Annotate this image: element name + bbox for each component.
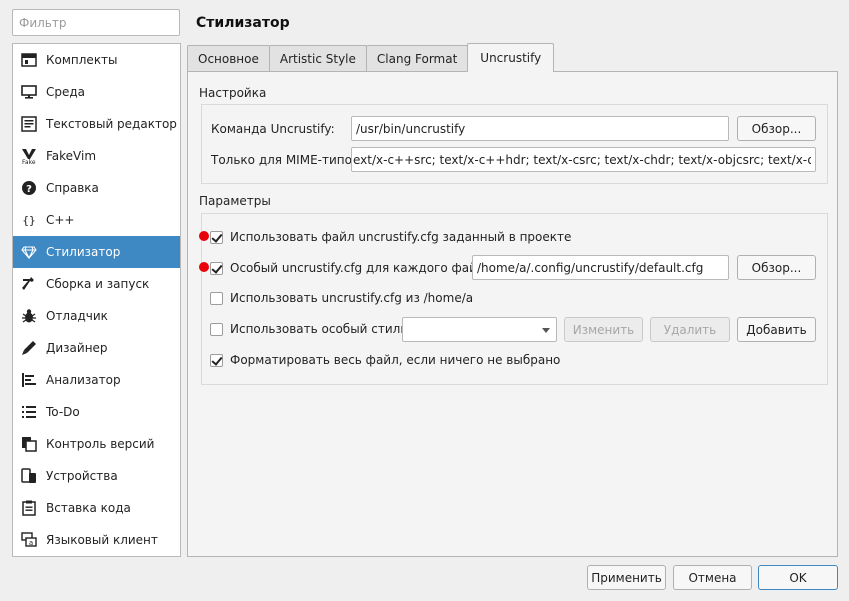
sidebar-item-text-editor[interactable]: Текстовый редактор	[13, 108, 180, 140]
sidebar-item-fakevim[interactable]: Fake FakeVim	[13, 140, 180, 172]
sidebar-item-label: Языковый клиент	[46, 533, 158, 547]
sidebar-item-label: C++	[46, 213, 75, 227]
custom-style-combo[interactable]	[402, 317, 557, 342]
diamond-icon	[19, 242, 39, 262]
sidebar-item-label: Дизайнер	[46, 341, 108, 355]
options-group: Использовать файл uncrustify.cfg заданны…	[199, 213, 828, 385]
sidebar-item-cpp[interactable]: {} C++	[13, 204, 180, 236]
svg-text:Fake: Fake	[22, 159, 36, 165]
sidebar-item-label: Текстовый редактор	[46, 117, 177, 131]
use-project-cfg-label: Использовать файл uncrustify.cfg заданны…	[230, 230, 572, 244]
sidebar-item-label: Отладчик	[46, 309, 108, 323]
remove-style-button[interactable]: Удалить	[650, 317, 730, 342]
per-file-cfg-label: Особый uncrustify.cfg для каждого файла	[230, 261, 492, 275]
todo-list-icon	[19, 402, 39, 422]
sidebar-item-label: Комплекты	[46, 53, 118, 67]
sidebar-item-label: Сборка и запуск	[46, 277, 150, 291]
version-control-icon	[19, 434, 39, 454]
sidebar-item-designer[interactable]: Дизайнер	[13, 332, 180, 364]
command-input[interactable]	[351, 116, 729, 141]
tab-uncrustify[interactable]: Uncrustify	[467, 43, 555, 72]
braces-icon: {}	[19, 210, 39, 230]
text-editor-icon	[19, 114, 39, 134]
mime-types-input[interactable]	[351, 147, 816, 172]
sidebar-item-label: To-Do	[46, 405, 80, 419]
format-whole-file-checkbox[interactable]	[210, 354, 223, 367]
sidebar-item-devices[interactable]: Устройства	[13, 460, 180, 492]
sidebar-item-label: Устройства	[46, 469, 118, 483]
chevron-down-icon	[542, 328, 550, 333]
sidebar-item-code-paste[interactable]: Вставка кода	[13, 492, 180, 524]
kits-icon	[19, 50, 39, 70]
custom-style-label: Использовать особый стиль:	[230, 322, 412, 336]
monitor-icon	[19, 82, 39, 102]
code-paste-icon	[19, 498, 39, 518]
sidebar: Комплекты Среда Текстовый редактор Fake …	[12, 43, 181, 557]
per-file-cfg-checkbox[interactable]	[210, 262, 223, 275]
marker-dot	[199, 231, 209, 241]
config-group: Команда Uncrustify: Обзор... Только для …	[201, 104, 828, 184]
sidebar-item-label: Вставка кода	[46, 501, 131, 515]
command-label: Команда Uncrustify:	[211, 122, 335, 136]
tab-bar: Основное Artistic Style Clang Format Unc…	[187, 43, 555, 72]
svg-text:{}: {}	[22, 214, 35, 227]
home-cfg-label: Использовать uncrustify.cfg из /home/a	[230, 291, 474, 305]
sidebar-item-label: Среда	[46, 85, 86, 99]
sidebar-item-build-run[interactable]: Сборка и запуск	[13, 268, 180, 300]
devices-icon	[19, 466, 39, 486]
custom-style-checkbox[interactable]	[210, 323, 223, 336]
tab-general[interactable]: Основное	[187, 45, 270, 72]
sidebar-item-environment[interactable]: Среда	[13, 76, 180, 108]
sidebar-item-help[interactable]: ? Справка	[13, 172, 180, 204]
sidebar-item-label: Стилизатор	[46, 245, 121, 259]
uncrustify-panel: Настройка Команда Uncrustify: Обзор... Т…	[187, 71, 838, 557]
sidebar-item-language-client[interactable]: a Языковый клиент	[13, 524, 180, 556]
sidebar-item-debugger[interactable]: Отладчик	[13, 300, 180, 332]
edit-style-button[interactable]: Изменить	[564, 317, 643, 342]
help-icon: ?	[19, 178, 39, 198]
options-group-title: Параметры	[199, 194, 271, 208]
apply-button[interactable]: Применить	[587, 565, 666, 590]
svg-text:a: a	[29, 539, 33, 547]
ok-button[interactable]: OK	[758, 565, 838, 590]
svg-text:?: ?	[26, 184, 32, 195]
per-file-cfg-browse-button[interactable]: Обзор...	[737, 255, 816, 280]
hammer-icon	[19, 274, 39, 294]
format-whole-file-label: Форматировать весь файл, если ничего не …	[230, 353, 561, 367]
use-project-cfg-checkbox[interactable]	[210, 231, 223, 244]
sidebar-item-analyzer[interactable]: Анализатор	[13, 364, 180, 396]
sidebar-item-kits[interactable]: Комплекты	[13, 44, 180, 76]
bug-icon	[19, 306, 39, 326]
home-cfg-checkbox[interactable]	[210, 292, 223, 305]
sidebar-item-label: Контроль версий	[46, 437, 155, 451]
sidebar-item-label: FakeVim	[46, 149, 97, 163]
cancel-button[interactable]: Отмена	[673, 565, 752, 590]
add-style-button[interactable]: Добавить	[737, 317, 816, 342]
sidebar-item-label: Анализатор	[46, 373, 121, 387]
sidebar-item-label: Справка	[46, 181, 99, 195]
sidebar-item-version-control[interactable]: Контроль версий	[13, 428, 180, 460]
sidebar-item-beautifier[interactable]: Стилизатор	[13, 236, 180, 268]
per-file-cfg-input[interactable]	[472, 255, 729, 280]
marker-dot	[199, 262, 209, 272]
language-client-icon: a	[19, 530, 39, 550]
filter-input[interactable]	[12, 9, 180, 36]
pen-icon	[19, 338, 39, 358]
mime-label: Только для MIME-типов:	[211, 153, 364, 167]
tab-artistic-style[interactable]: Artistic Style	[268, 45, 367, 72]
tab-clang-format[interactable]: Clang Format	[365, 45, 469, 72]
command-browse-button[interactable]: Обзор...	[737, 116, 816, 141]
config-group-title: Настройка	[199, 86, 267, 100]
page-title: Стилизатор	[196, 15, 290, 31]
fakevim-icon: Fake	[19, 146, 39, 166]
sidebar-item-todo[interactable]: To-Do	[13, 396, 180, 428]
analyzer-icon	[19, 370, 39, 390]
